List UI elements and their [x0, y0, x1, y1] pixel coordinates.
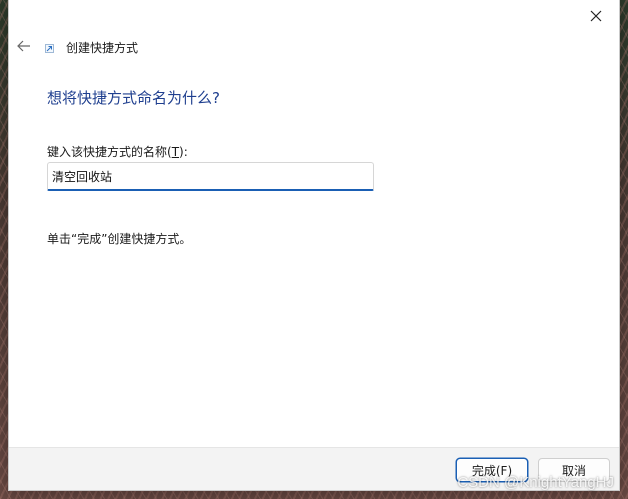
- back-arrow-icon: [17, 40, 30, 52]
- name-field-label-prefix: 键入该快捷方式的名称(: [47, 145, 172, 159]
- close-button[interactable]: [581, 4, 611, 28]
- shortcut-name-input[interactable]: [47, 162, 374, 191]
- create-shortcut-dialog: 创建快捷方式 想将快捷方式命名为什么? 键入该快捷方式的名称(T): 单击“完成…: [8, 0, 620, 491]
- instruction-text: 单击“完成”创建快捷方式。: [47, 232, 192, 246]
- wizard-title: 创建快捷方式: [66, 41, 139, 55]
- watermark-text: CSDN @KnightYangHJ: [457, 474, 614, 491]
- back-button[interactable]: [15, 38, 33, 54]
- name-field-label-suffix: ):: [179, 145, 188, 159]
- name-field-label-accesskey: T: [171, 145, 180, 159]
- name-field-label: 键入该快捷方式的名称(T):: [47, 143, 188, 160]
- close-icon: [590, 10, 602, 22]
- shortcut-icon: [45, 44, 54, 53]
- page-heading: 想将快捷方式命名为什么?: [47, 89, 220, 107]
